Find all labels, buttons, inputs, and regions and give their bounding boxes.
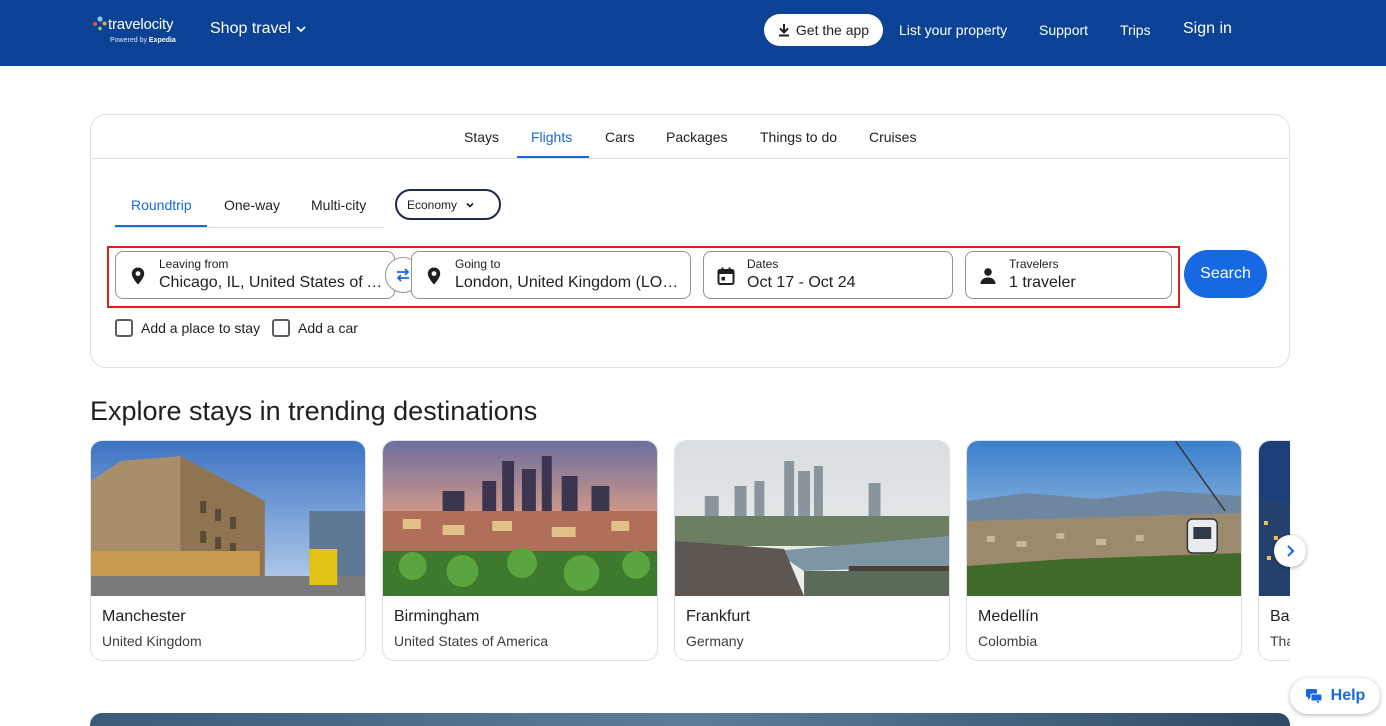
tab-stays[interactable]: Stays [464,129,499,145]
logo-subtext: Powered by Expedia [110,37,176,44]
list-your-property-link[interactable]: List your property [899,22,1007,38]
destination-country: United Kingdom [102,633,202,649]
destination-country: Colombia [978,633,1038,649]
person-icon [980,268,996,284]
destination-country: Germany [686,633,744,649]
support-link[interactable]: Support [1039,22,1088,38]
get-the-app-label: Get the app [795,22,870,38]
logo-star-icon [93,16,107,31]
tab-things-to-do[interactable]: Things to do [760,129,837,145]
chevron-right-icon [1287,545,1295,557]
leaving-from-label: Leaving from [159,257,229,271]
help-button[interactable]: Help [1290,678,1380,714]
partial-destination-photo [1259,441,1290,596]
trip-type-tabs: Roundtrip One-way Multi-city [115,189,384,228]
destination-carousel: Manchester United Kingdom Birmingham Uni… [90,440,1290,662]
carousel-next-button[interactable] [1274,535,1306,567]
location-pin-icon [131,267,145,285]
dates-label: Dates [747,257,779,271]
explore-section-title: Explore stays in trending destinations [90,396,538,426]
destination-name: Ba [1270,608,1290,625]
checkbox-box[interactable] [115,319,133,337]
going-to-field[interactable]: Going to London, United Kingdom (LON-All… [411,251,691,299]
destination-name: Manchester [102,608,186,625]
location-pin-icon [427,267,441,285]
trip-type-multi-city[interactable]: Multi-city [311,197,366,213]
active-tab-indicator [517,156,589,158]
tab-cruises[interactable]: Cruises [869,129,916,145]
birmingham-photo [383,441,657,596]
going-to-label: Going to [455,257,501,271]
search-button[interactable]: Search [1184,250,1267,298]
tab-packages[interactable]: Packages [666,129,727,145]
checkbox-box[interactable] [272,319,290,337]
logo-text: travelocity [108,16,174,33]
destination-card-birmingham[interactable]: Birmingham United States of America [382,440,658,661]
help-label: Help [1330,687,1366,704]
calendar-icon [717,267,735,285]
destination-card-manchester[interactable]: Manchester United Kingdom [90,440,366,661]
trips-link[interactable]: Trips [1120,22,1151,38]
trip-type-one-way[interactable]: One-way [224,197,280,213]
sign-in-link[interactable]: Sign in [1183,20,1232,38]
cabin-class-label: Economy [407,197,458,212]
trip-type-roundtrip[interactable]: Roundtrip [131,197,192,213]
travelers-value: 1 traveler [1009,274,1076,291]
dates-field[interactable]: Dates Oct 17 - Oct 24 [703,251,953,299]
leaving-from-field[interactable]: Leaving from Chicago, IL, United States … [115,251,395,299]
dates-value: Oct 17 - Oct 24 [747,274,856,291]
shop-travel-menu[interactable]: Shop travel [210,20,307,38]
add-car-label: Add a car [298,320,358,336]
shop-travel-label: Shop travel [210,20,291,37]
destination-name: Birmingham [394,608,480,625]
travelocity-logo[interactable]: travelocity Powered by Expedia [90,14,190,50]
tab-cars[interactable]: Cars [605,129,635,145]
chevron-down-icon [296,26,306,33]
destination-country: Tha [1270,633,1290,649]
going-to-value: London, United Kingdom (LON-All Airports… [455,274,683,291]
add-place-to-stay-checkbox[interactable]: Add a place to stay [115,319,260,337]
add-car-checkbox[interactable]: Add a car [272,319,358,337]
frankfurt-photo [675,441,949,596]
travelers-label: Travelers [1009,257,1059,271]
get-the-app-button[interactable]: Get the app [764,14,883,46]
search-form-card: Stays Flights Cars Packages Things to do… [90,114,1290,368]
manchester-photo [91,441,365,596]
travelers-field[interactable]: Travelers 1 traveler [965,251,1172,299]
cabin-class-dropdown[interactable]: Economy [395,189,501,220]
download-icon [778,24,789,37]
destination-name: Frankfurt [686,608,751,625]
destination-card-frankfurt[interactable]: Frankfurt Germany [674,440,950,661]
chat-bubbles-icon [1305,689,1323,704]
leaving-from-value: Chicago, IL, United States of America (C… [159,274,384,291]
tab-flights[interactable]: Flights [531,129,572,145]
swap-arrows-icon [396,268,410,282]
promo-banner [90,713,1290,726]
header: travelocity Powered by Expedia Shop trav… [0,0,1386,66]
product-tabs: Stays Flights Cars Packages Things to do… [91,115,1289,159]
destination-country: United States of America [394,633,549,649]
destination-name: Medellín [978,608,1039,625]
add-place-to-stay-label: Add a place to stay [141,320,261,336]
active-trip-type-indicator [115,225,207,227]
destination-card-medellin[interactable]: Medellín Colombia [966,440,1242,661]
chevron-down-icon [466,202,474,208]
medellin-photo [967,441,1241,596]
